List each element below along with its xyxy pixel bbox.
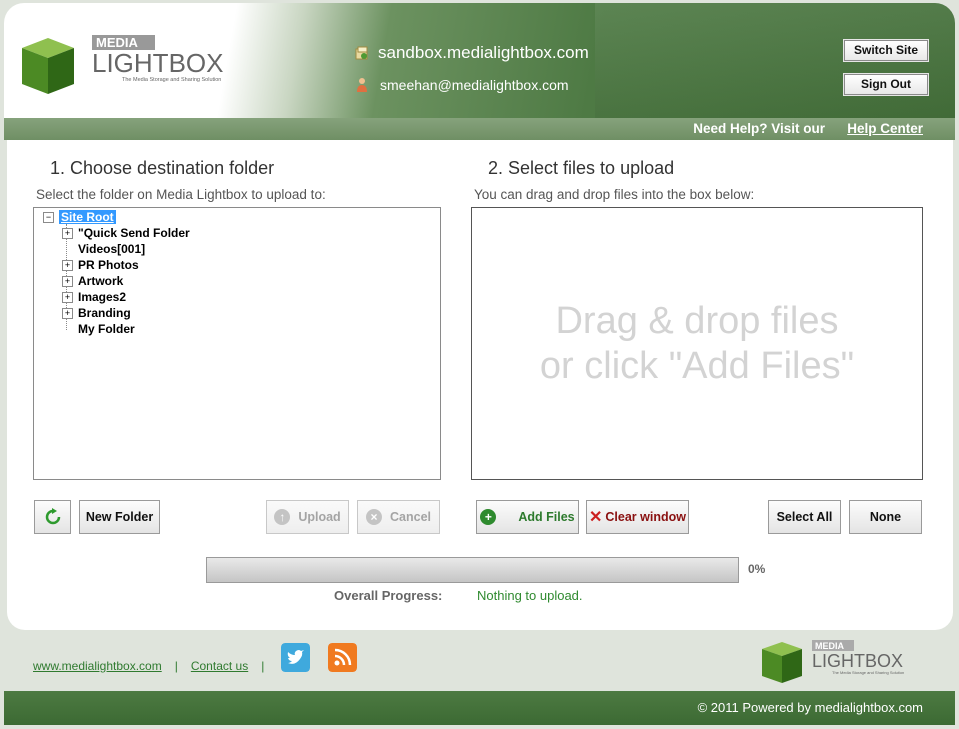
choose-folder-title: 1. Choose destination folder (50, 158, 275, 178)
upload-button-label: Upload (298, 510, 341, 524)
cube-logo-icon (22, 38, 74, 94)
site-row: sandbox.medialightbox.com (354, 43, 589, 63)
refresh-icon (45, 508, 60, 525)
upload-button[interactable]: ↑ Upload (266, 500, 349, 534)
tree-item-site-root[interactable]: − Site Root (43, 210, 116, 224)
tree-item[interactable]: Videos[001] (78, 242, 145, 256)
add-files-label: Add Files (518, 510, 575, 524)
select-files-subtitle: You can drag and drop files into the box… (474, 187, 755, 202)
tree-label[interactable]: Images2 (78, 290, 126, 304)
overall-progress-bar (206, 557, 739, 583)
clear-window-button[interactable]: ✕ Clear window (586, 500, 689, 534)
tree-label-site-root[interactable]: Site Root (59, 210, 116, 224)
add-files-button[interactable]: + Add Files (476, 500, 579, 534)
tree-item[interactable]: + Images2 (62, 290, 126, 304)
file-drop-zone[interactable]: Drag & drop files or click "Add Files" (471, 207, 923, 480)
collapse-icon[interactable]: − (43, 211, 54, 223)
select-none-button[interactable]: None (849, 500, 922, 534)
new-folder-button[interactable]: New Folder (79, 500, 160, 534)
copyright-text: © 2011 Powered by medialightbox.com (697, 700, 923, 715)
media-lightbox-logo: MEDIA LIGHTBOX The Media Storage and Sha… (22, 35, 223, 94)
tree-label[interactable]: PR Photos (78, 258, 139, 272)
site-icon (355, 46, 368, 60)
expand-icon[interactable]: + (62, 307, 73, 319)
cube-logo-icon (762, 642, 802, 683)
footer-logo: MEDIA LIGHTBOX The Media Storage and Sha… (762, 640, 904, 683)
select-files-title: 2. Select files to upload (488, 158, 675, 178)
rss-icon[interactable] (328, 643, 357, 672)
logo-tagline: The Media Storage and Sharing Solution (122, 77, 221, 83)
help-center-link[interactable]: Help Center (847, 121, 923, 136)
tree-item[interactable]: + "Quick Send Folder (62, 226, 190, 240)
footer-separator: | (261, 659, 265, 673)
footer-links: www.medialightbox.com | Contact us | (33, 659, 277, 673)
expand-icon[interactable]: + (62, 291, 73, 303)
footer-separator: | (174, 659, 178, 673)
switch-site-button[interactable]: Switch Site (844, 40, 928, 61)
tree-item[interactable]: + PR Photos (62, 258, 139, 272)
tree-item[interactable]: My Folder (78, 322, 135, 336)
expand-icon[interactable]: + (62, 275, 73, 287)
drop-hint-line2: or click "Add Files" (539, 345, 855, 387)
footer-logo-main: LIGHTBOX (812, 651, 903, 671)
tree-label[interactable]: Branding (78, 306, 131, 320)
footer-logo-tagline: The Media Storage and Sharing Solution (832, 670, 904, 675)
refresh-button[interactable] (34, 500, 71, 534)
expand-icon[interactable]: + (62, 227, 73, 239)
site-link[interactable]: www.medialightbox.com (33, 659, 162, 673)
twitter-icon[interactable] (281, 643, 310, 672)
tree-label[interactable]: "Quick Send Folder (78, 226, 190, 240)
progress-percent: 0% (748, 562, 766, 576)
add-icon: + (480, 509, 497, 525)
cancel-button[interactable]: × Cancel (357, 500, 440, 534)
overall-progress-label: Overall Progress: (334, 588, 443, 603)
tree-item[interactable]: + Artwork (62, 274, 123, 288)
cancel-button-label: Cancel (390, 510, 431, 524)
cancel-icon: × (366, 509, 382, 525)
choose-folder-subtitle: Select the folder on Media Lightbox to u… (36, 187, 326, 202)
upload-icon: ↑ (274, 509, 291, 525)
tree-item[interactable]: + Branding (62, 306, 131, 320)
expand-icon[interactable]: + (62, 259, 73, 271)
help-bar: Need Help? Visit our Help Center (4, 118, 955, 140)
tree-label[interactable]: Videos[001] (78, 242, 145, 256)
tree-label[interactable]: Artwork (78, 274, 123, 288)
logo-main-text: LIGHTBOX (92, 48, 223, 78)
upload-status-text: Nothing to upload. (477, 588, 583, 603)
header: MEDIA LIGHTBOX The Media Storage and Sha… (4, 3, 955, 118)
clear-window-label: Clear window (605, 510, 686, 524)
footer-logo-top: MEDIA (815, 641, 845, 651)
help-text: Need Help? Visit our (693, 121, 825, 136)
bottom-bar: © 2011 Powered by medialightbox.com (4, 691, 955, 725)
site-url: sandbox.medialightbox.com (378, 43, 589, 62)
user-email: smeehan@medialightbox.com (380, 77, 569, 93)
sign-out-button[interactable]: Sign Out (844, 74, 928, 95)
folder-tree[interactable]: − Site Root + "Quick Send Folder Videos[… (33, 207, 441, 480)
drop-hint-line1: Drag & drop files (555, 300, 839, 342)
tree-label[interactable]: My Folder (78, 322, 135, 336)
contact-us-link[interactable]: Contact us (191, 659, 248, 673)
user-icon (357, 78, 367, 92)
user-row: smeehan@medialightbox.com (354, 77, 569, 93)
app-frame: MEDIA LIGHTBOX The Media Storage and Sha… (0, 0, 959, 729)
clear-x-icon: ✕ (589, 509, 603, 526)
select-all-button[interactable]: Select All (768, 500, 841, 534)
